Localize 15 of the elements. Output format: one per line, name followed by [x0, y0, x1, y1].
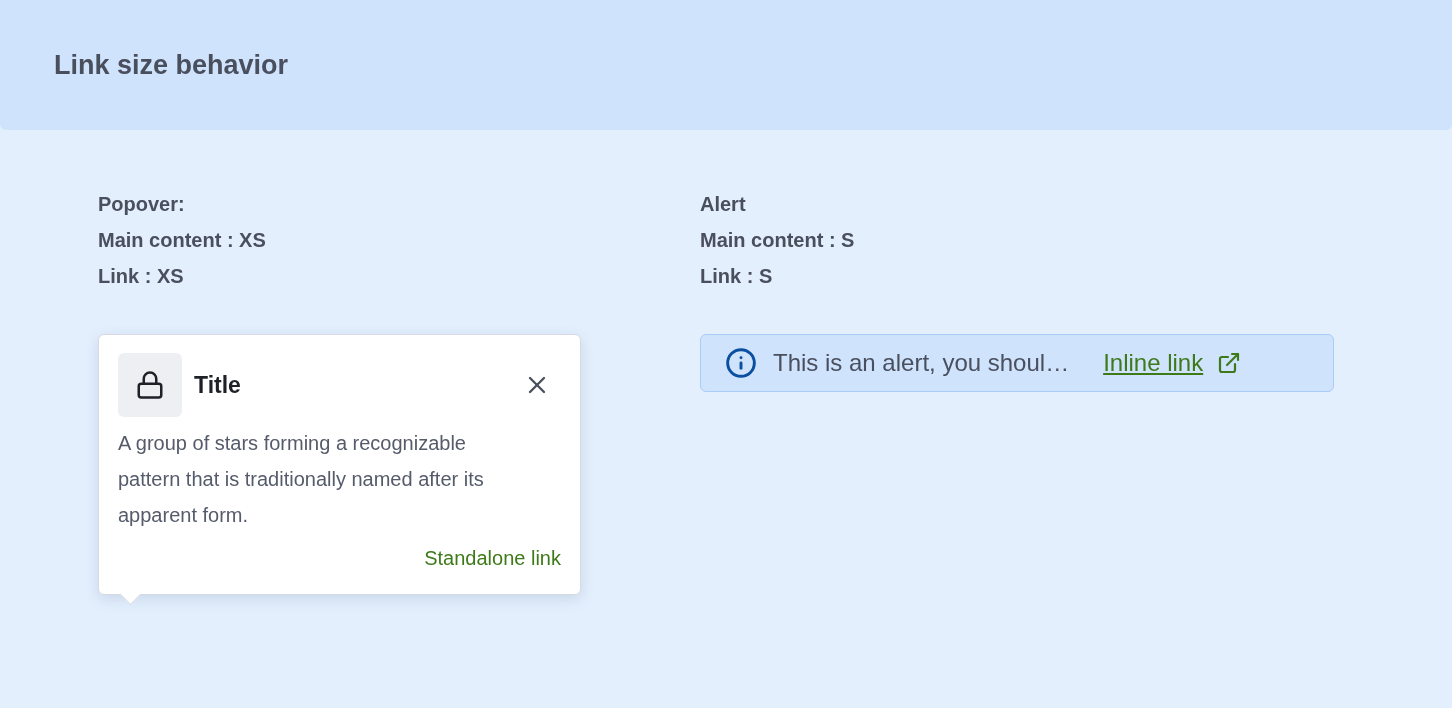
- spec-label: Popover:: [98, 192, 186, 217]
- external-link-icon: [1217, 351, 1242, 375]
- spec-label: Main content : S: [700, 228, 856, 253]
- lock-icon: [135, 370, 165, 400]
- spec-label: Link : XS: [98, 264, 185, 289]
- inline-link[interactable]: Inline link: [1103, 349, 1242, 377]
- spec-label: Main content : XS: [98, 228, 267, 253]
- popover-title: Title: [194, 371, 242, 399]
- page-title: Link size behavior: [54, 49, 289, 81]
- alert-text: This is an alert, you shoul…: [773, 349, 1070, 377]
- popover-body: A group of stars forming a recognizable pattern that is traditionally named after its apparent form.: [118, 431, 485, 528]
- spec-label: Link : S: [700, 264, 774, 289]
- spec-label: Alert: [700, 192, 747, 217]
- info-icon: [725, 347, 757, 379]
- standalone-link[interactable]: Standalone link: [424, 547, 561, 570]
